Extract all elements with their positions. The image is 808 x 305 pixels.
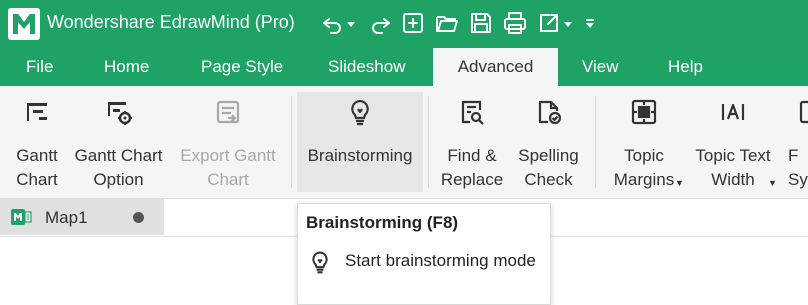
ribbon-separator <box>595 96 596 188</box>
gantt-chart-option-icon <box>105 98 133 126</box>
edrawmind-logo-icon <box>8 8 40 40</box>
brainstorming-label: Brainstorming <box>307 146 413 165</box>
app-title: Wondershare EdrawMind (Pro) <box>47 12 295 32</box>
lightbulb-icon <box>346 98 374 126</box>
export-gantt-chart-label: Export Gantt Chart <box>180 146 276 189</box>
gantt-chart-label: Gantt Chart <box>16 146 58 189</box>
tooltip-title: Brainstorming (F8) <box>306 213 459 232</box>
brainstorming-button[interactable]: Brainstorming <box>297 92 423 192</box>
gantt-chart-option-label: Gantt Chart Option <box>74 146 163 189</box>
lightbulb-icon <box>308 250 332 274</box>
topic-margins-button[interactable]: Topic Margins <box>604 92 684 192</box>
spelling-check-button[interactable]: Spelling Check <box>511 92 586 192</box>
customize-toolbar-icon[interactable] <box>584 11 596 35</box>
redo-icon[interactable] <box>369 11 393 35</box>
tab-home[interactable]: Home <box>92 48 161 86</box>
ribbon-separator <box>428 96 429 188</box>
brainstorming-tooltip: Brainstorming (F8) Start brainstorming m… <box>297 203 551 305</box>
unsaved-indicator-icon[interactable] <box>133 212 144 223</box>
print-icon[interactable] <box>503 11 527 35</box>
partial-ribbon-button[interactable]: F Sy <box>786 92 808 192</box>
spelling-check-icon <box>535 98 563 126</box>
gantt-chart-button[interactable]: Gantt Chart <box>6 92 68 192</box>
topic-text-width-dropdown-icon[interactable]: ▼ <box>768 178 777 188</box>
tab-file[interactable]: File <box>14 48 65 86</box>
tab-help[interactable]: Help <box>656 48 715 86</box>
gantt-chart-option-button[interactable]: Gantt Chart Option <box>69 92 168 192</box>
gantt-chart-icon <box>23 98 51 126</box>
topic-text-width-icon <box>719 98 747 126</box>
document-tab-name: Map1 <box>45 208 88 227</box>
ribbon-separator <box>291 96 292 188</box>
export-gantt-chart-icon <box>214 98 242 126</box>
find-replace-label: Find & Replace <box>440 146 504 189</box>
partial-icon <box>792 98 808 126</box>
new-file-icon[interactable] <box>401 11 425 35</box>
save-icon[interactable] <box>469 11 493 35</box>
find-replace-button[interactable]: Find & Replace <box>436 92 508 192</box>
export-dropdown-icon[interactable] <box>562 11 574 35</box>
tab-slideshow[interactable]: Slideshow <box>316 48 418 86</box>
partial-ribbon-label: F Sy <box>788 146 808 189</box>
export-icon[interactable] <box>537 11 561 35</box>
topic-margins-label: Topic Margins <box>613 146 675 189</box>
topic-margins-icon <box>630 98 658 126</box>
find-replace-icon <box>458 98 486 126</box>
undo-icon[interactable] <box>320 11 344 35</box>
topic-text-width-label: Topic Text Width <box>695 146 771 189</box>
mindmap-file-icon <box>10 206 32 228</box>
topic-text-width-button[interactable]: Topic Text Width <box>690 92 776 192</box>
tab-advanced[interactable]: Advanced <box>433 48 558 86</box>
spelling-check-label: Spelling Check <box>518 146 579 189</box>
tab-view[interactable]: View <box>570 48 631 86</box>
export-gantt-chart-button[interactable]: Export Gantt Chart <box>172 92 284 192</box>
topic-margins-dropdown-icon[interactable]: ▼ <box>675 178 684 188</box>
tab-page-style[interactable]: Page Style <box>189 48 295 86</box>
undo-dropdown-icon[interactable] <box>345 11 357 35</box>
tooltip-description: Start brainstorming mode <box>345 251 536 270</box>
open-folder-icon[interactable] <box>435 11 459 35</box>
